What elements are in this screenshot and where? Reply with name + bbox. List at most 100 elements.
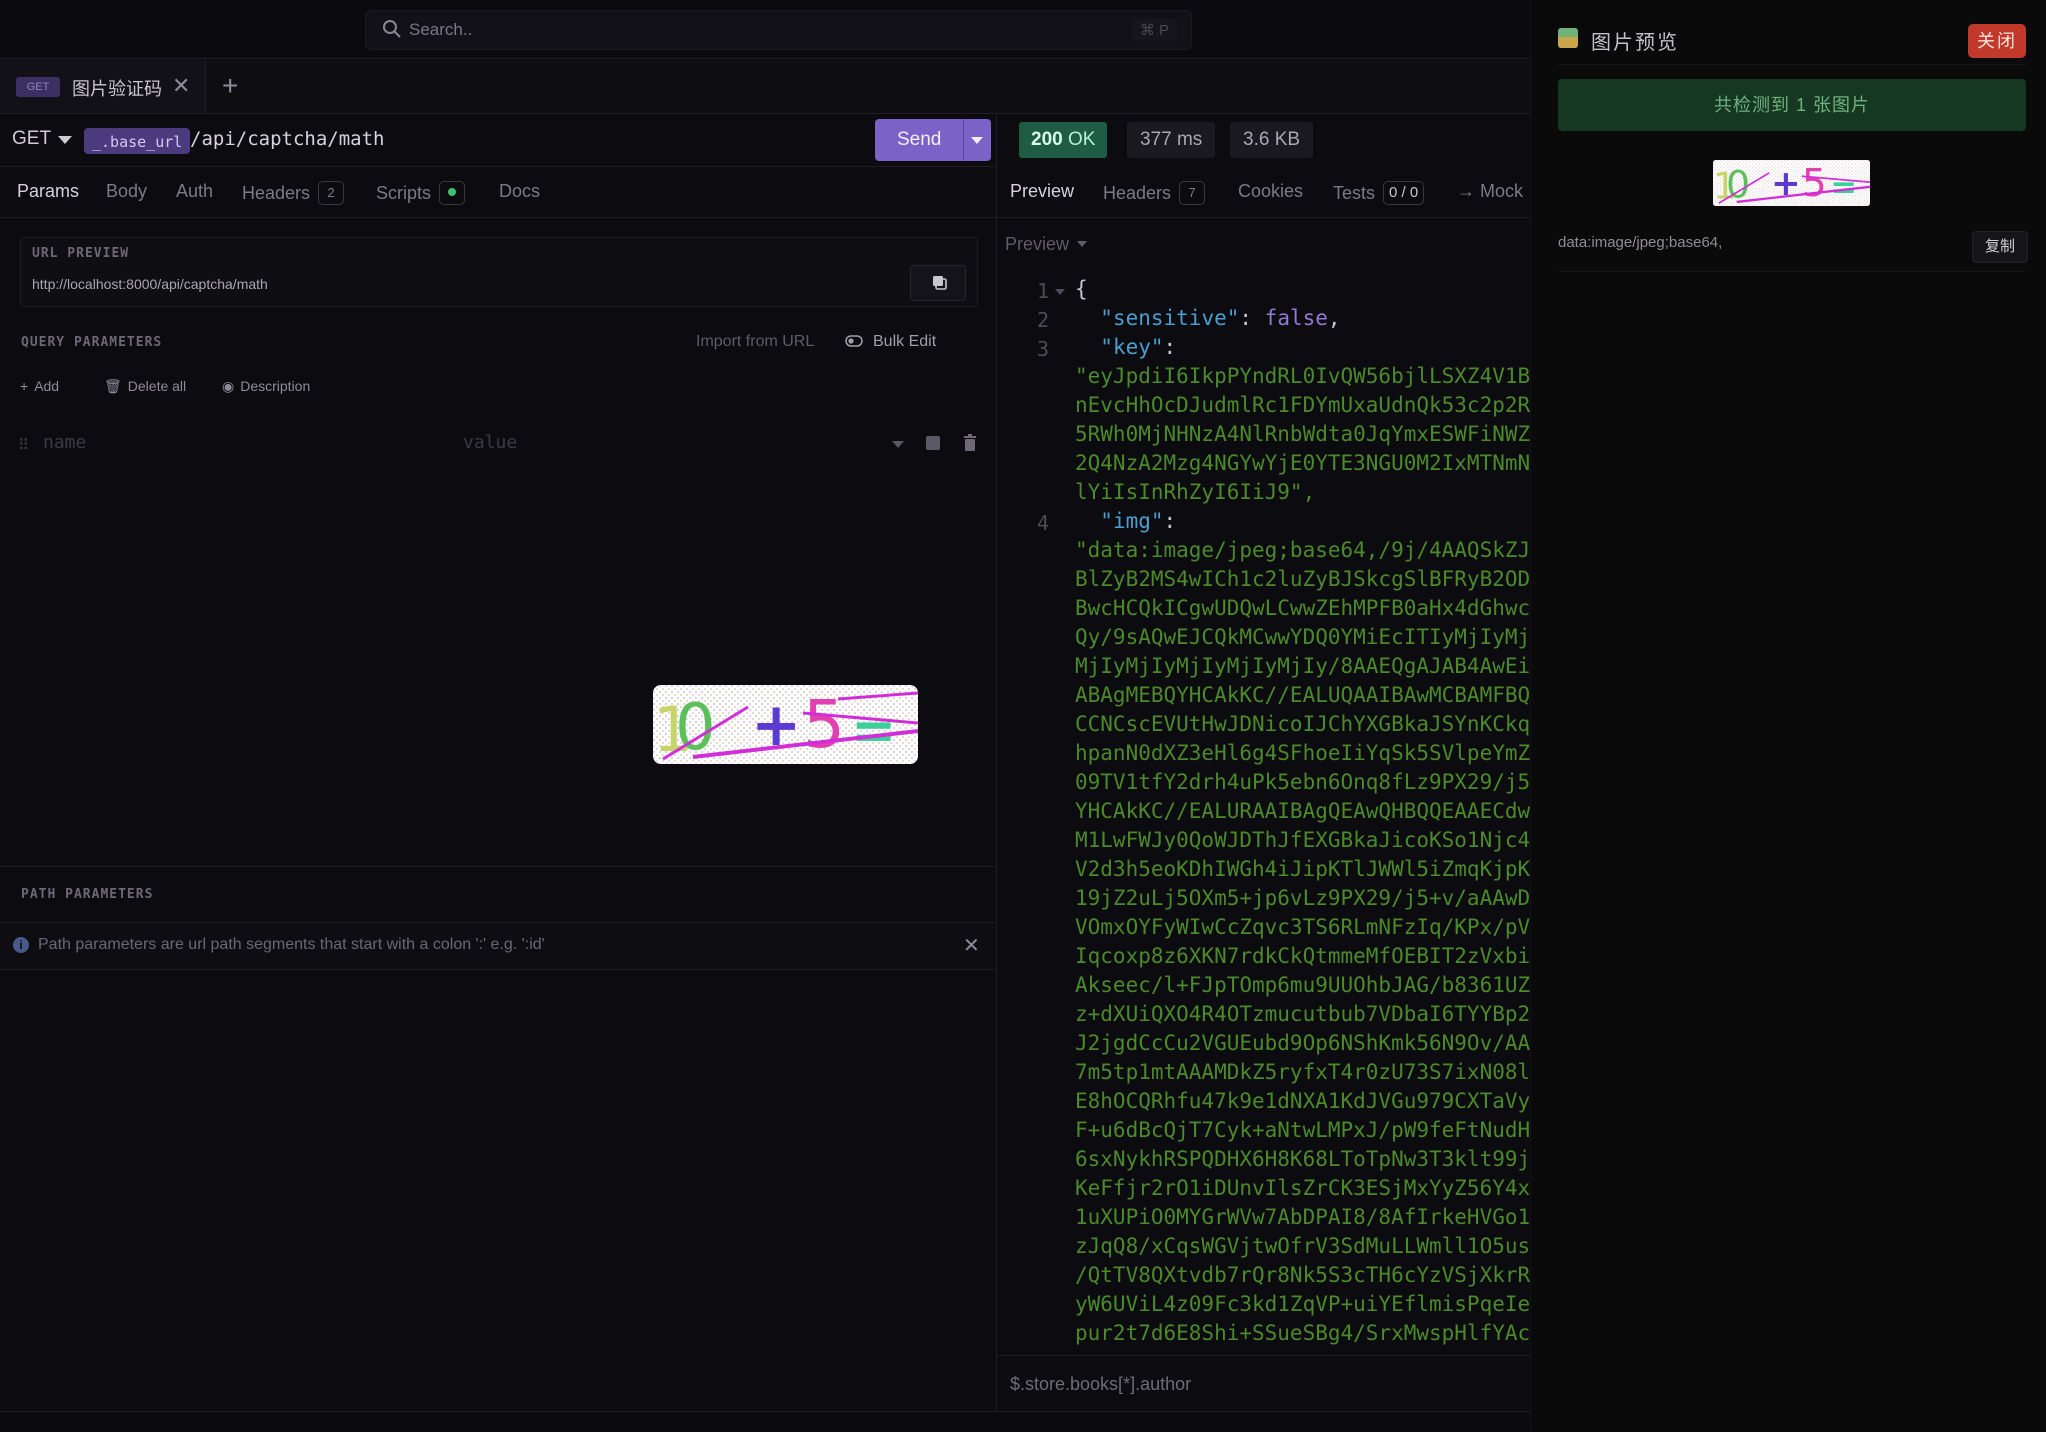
- tab-title: 图片验证码: [72, 79, 162, 99]
- status-bar: [0, 1411, 1530, 1432]
- code-line: M1LwFWJy0QoWJDThJfEXGBkaJicoKSo1Njc4: [1075, 828, 1530, 852]
- svg-text:=: =: [1830, 170, 1857, 206]
- status-code: 200: [1031, 129, 1063, 150]
- tab-docs[interactable]: Docs: [499, 181, 540, 202]
- path-params-info-banner: i Path parameters are url path segments …: [0, 922, 995, 970]
- captcha-image: 1 0 + 5 =: [653, 685, 918, 764]
- data-uri-text: data:image/jpeg;base64,: [1558, 234, 1723, 251]
- code-line: zJqQ8/xCqsWGVjtwOfrV3SdMuLLWmll1O5us: [1075, 1234, 1530, 1258]
- status-text: OK: [1067, 129, 1096, 150]
- chevron-down-icon: [1077, 241, 1088, 247]
- tab-method-badge: GET: [16, 77, 60, 97]
- delete-all-label: Delete all: [127, 378, 187, 394]
- copy-button[interactable]: 复制: [1972, 231, 2028, 263]
- code-line: Iqcoxp8z6XKN7rdkCkQtmmeMfOEBIT2zVxbi: [1075, 944, 1530, 968]
- jsonpath-filter[interactable]: $.store.books[*].author: [997, 1355, 1530, 1412]
- code-line: YHCAkKC//EALURAAIBAgQEAwQHBQQEAAECdw: [1075, 799, 1530, 823]
- code-line: V2d3h5eoKDhIWGh4iJipKTlJWWl5iZmqKjpK: [1075, 857, 1530, 881]
- code-line: 09TV1tfY2drh4uPk5ebn6Onq8fLz9PX29/j5: [1075, 770, 1530, 794]
- json-key: "sensitive": [1100, 306, 1240, 330]
- jsonpath-placeholder: $.store.books[*].author: [1010, 1374, 1192, 1394]
- request-section-tabs: Params Body Auth Headers 2 Scripts Docs: [0, 167, 996, 218]
- param-value-input[interactable]: value: [463, 432, 517, 453]
- detected-count-banner: 共检测到 1 张图片: [1558, 79, 2026, 131]
- import-from-url-button[interactable]: Import from URL: [696, 333, 814, 351]
- top-bar: Search.. ⌘ P: [0, 0, 1530, 59]
- tab-cookies[interactable]: Cookies: [1238, 181, 1303, 202]
- code-line: VOmxOYFyWIwCcZqvc3TS6RLmNFzIq/KPx/pV: [1075, 915, 1530, 939]
- close-icon[interactable]: ✕: [963, 933, 980, 958]
- add-tab-button[interactable]: +: [222, 70, 238, 102]
- send-button[interactable]: Send: [875, 119, 991, 161]
- captcha-equals: =: [851, 699, 896, 762]
- preview-mode-dropdown[interactable]: Preview: [1005, 234, 1088, 255]
- request-tab-bar: GET 图片验证码 ✕ +: [0, 60, 1530, 114]
- tab-response-headers-label: Headers: [1103, 183, 1172, 203]
- captcha-thumbnail[interactable]: 1 0 + 5 =: [1713, 160, 1870, 206]
- tab-auth[interactable]: Auth: [176, 181, 213, 202]
- image-icon: [1558, 28, 1578, 48]
- tab-scripts-label: Scripts: [376, 183, 432, 203]
- add-param-button[interactable]: + Add: [20, 378, 59, 394]
- trash-icon: 🗑: [104, 378, 122, 394]
- code-line: KeFfjr2rO1iDUnvIlsZrCK3ESjMxYyZ56Y4x: [1075, 1176, 1530, 1200]
- code-line: yW6UViL4z09Fc3kd1ZqVP+uiYEflmisPqeIe: [1075, 1292, 1530, 1316]
- code-line: 6sxNykhRSPQDHX6H8K68LToTpNw3T3klt99j: [1075, 1147, 1530, 1171]
- copy-icon: [933, 276, 947, 290]
- section-divider: [0, 866, 996, 867]
- json-key: "key": [1100, 335, 1164, 359]
- param-enabled-checkbox[interactable]: [926, 436, 940, 450]
- code-line: lYiIsInRhZyI6IiJ9",: [1075, 480, 1316, 504]
- trash-icon[interactable]: [962, 434, 978, 452]
- bulk-edit-button[interactable]: Bulk Edit: [873, 333, 936, 351]
- toggle-icon[interactable]: [845, 333, 863, 349]
- env-variable-tag[interactable]: _.base_url: [84, 128, 191, 154]
- tab-body[interactable]: Body: [106, 181, 147, 202]
- send-options-icon[interactable]: [971, 137, 983, 144]
- code-line: CCNCscEVUtHwJDNicoIJChYXGBkaJSYnKCkq: [1075, 712, 1530, 736]
- code-line: BwcHCQkICgwUDQwLCwwZEhMPFB0aHx4dGhwc: [1075, 596, 1530, 620]
- tab-preview[interactable]: Preview: [1010, 181, 1074, 202]
- chevron-down-icon[interactable]: [892, 441, 904, 448]
- preview-mode-label: Preview: [1005, 234, 1070, 254]
- tab-scripts[interactable]: Scripts: [376, 181, 466, 205]
- search-placeholder: Search..: [409, 20, 473, 39]
- drag-handle-icon[interactable]: ⠿: [18, 436, 29, 454]
- url-preview-label: URL PREVIEW: [32, 246, 130, 261]
- response-time: 377 ms: [1127, 122, 1216, 158]
- panel-title: 图片预览: [1591, 32, 1679, 54]
- response-section-tabs: Preview Headers 7 Cookies Tests 0 / 0 → Mo…: [997, 167, 1530, 218]
- send-label: Send: [897, 129, 942, 150]
- panel-divider: [1558, 271, 2026, 272]
- param-name-input[interactable]: name: [43, 432, 86, 453]
- info-icon: i: [13, 937, 29, 953]
- tab-params[interactable]: Params: [17, 181, 79, 202]
- url-input[interactable]: /api/captcha/math: [190, 128, 384, 150]
- code-line: 19jZ2uLj5OXm5+jp6vLz9PX29/j5+v/aAAwD: [1075, 886, 1530, 910]
- copy-url-button[interactable]: [910, 265, 966, 301]
- fold-icon[interactable]: [1055, 289, 1065, 295]
- send-divider: [963, 119, 964, 161]
- search-box[interactable]: Search.. ⌘ P: [365, 10, 1192, 50]
- tab-response-headers[interactable]: Headers 7: [1103, 181, 1206, 205]
- close-tab-icon[interactable]: ✕: [172, 73, 190, 99]
- chevron-down-icon[interactable]: [58, 136, 72, 144]
- code-line: "img":: [1100, 509, 1177, 533]
- delete-all-button[interactable]: 🗑 Delete all: [104, 378, 186, 395]
- scripts-status-badge: [439, 181, 466, 205]
- description-toggle[interactable]: ◉ Description: [222, 378, 310, 395]
- close-panel-button[interactable]: 关闭: [1968, 24, 2026, 58]
- tab-headers[interactable]: Headers 2: [242, 181, 345, 205]
- svg-text:0: 0: [1726, 163, 1750, 206]
- tab-tests[interactable]: Tests 0 / 0: [1333, 181, 1425, 205]
- captcha-image-popup: 1 0 + 5 =: [653, 685, 918, 764]
- response-body-viewer[interactable]: 1 { 2 "sensitive": false, 3 "key": "eyJp…: [997, 272, 1530, 1355]
- request-tab[interactable]: GET 图片验证码 ✕: [0, 60, 206, 113]
- line-number: 4: [1036, 511, 1049, 535]
- code-line: 5RWh0MjNHNzA4NlRnbWdta0JqYmxESWFiNWZ: [1075, 422, 1530, 446]
- method-select[interactable]: GET: [12, 128, 51, 150]
- tab-mock[interactable]: → Mock: [1457, 181, 1523, 202]
- code-line: pur2t7d6E8Shi+SSueSBg4/SrxMwspHlfYAcl: [1075, 1321, 1530, 1345]
- code-line: z+dXUiQXO4R4OTzmucutbub7VDbaI6TYYBp2: [1075, 1002, 1530, 1026]
- code-line: J2jgdCcCu2VGUEubd9Op6NShKmk56N9Ov/AA: [1075, 1031, 1530, 1055]
